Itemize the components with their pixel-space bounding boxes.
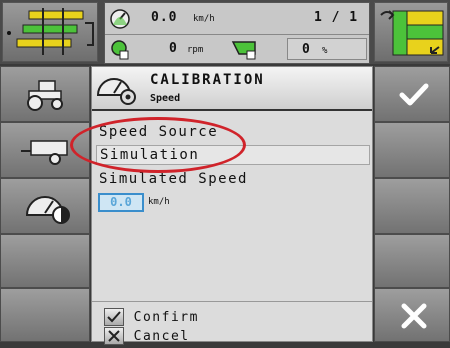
simulated-speed-input[interactable]: 0.0 (98, 193, 144, 212)
simulated-speed-unit: km/h (148, 197, 170, 207)
checkmark-icon (104, 307, 124, 326)
calibration-panel: CALIBRATION Speed Speed Source Simulatio… (91, 66, 373, 345)
annotation-highlight-oval (70, 117, 246, 173)
status-panel: 0.0 km/h 1 / 1 0 rpm 0 % (104, 2, 370, 64)
field-map-icon (380, 10, 444, 56)
empty-softkey-left-5[interactable] (0, 288, 90, 342)
tank-icon (231, 41, 256, 60)
empty-softkey-right-4[interactable] (374, 234, 450, 288)
checkmark-icon (399, 83, 429, 106)
speedometer-icon (110, 9, 130, 29)
confirm-label: Confirm (133, 310, 199, 325)
page-title: CALIBRATION (150, 72, 265, 88)
page-subtitle: Speed (150, 93, 181, 104)
speed-unit: km/h (193, 14, 215, 24)
cancel-softkey[interactable] (374, 288, 450, 342)
engine-rpm-icon (111, 40, 129, 60)
empty-softkey-left-4[interactable] (0, 234, 90, 288)
speed-value: 0.0 (151, 10, 178, 25)
speed-calibration-button[interactable] (0, 178, 90, 234)
confirm-option[interactable]: Confirm (104, 306, 199, 326)
empty-softkey-right-3[interactable] (374, 178, 450, 234)
section-counter: 1 / 1 (314, 10, 359, 25)
field-map-button[interactable] (374, 2, 448, 62)
panel-header: CALIBRATION Speed (92, 67, 372, 111)
percent-value: 0 (302, 42, 311, 57)
rpm-value: 0 (169, 41, 178, 56)
percent-unit: % (322, 46, 328, 56)
sprayer-boom-icon (7, 8, 94, 55)
tractor-icon (27, 80, 63, 111)
confirm-softkey[interactable] (374, 66, 450, 122)
boom-sections-button[interactable] (2, 2, 98, 62)
speedometer-settings-icon (96, 78, 136, 105)
speedometer-settings-icon (25, 196, 70, 224)
trailer-icon (21, 140, 68, 165)
simulated-speed-label: Simulated Speed (99, 171, 248, 187)
percent-box: 0 % (287, 38, 367, 60)
empty-softkey-right-2[interactable] (374, 122, 450, 178)
rpm-unit: rpm (187, 45, 204, 55)
close-icon (401, 303, 427, 329)
tractor-button[interactable] (0, 66, 90, 122)
